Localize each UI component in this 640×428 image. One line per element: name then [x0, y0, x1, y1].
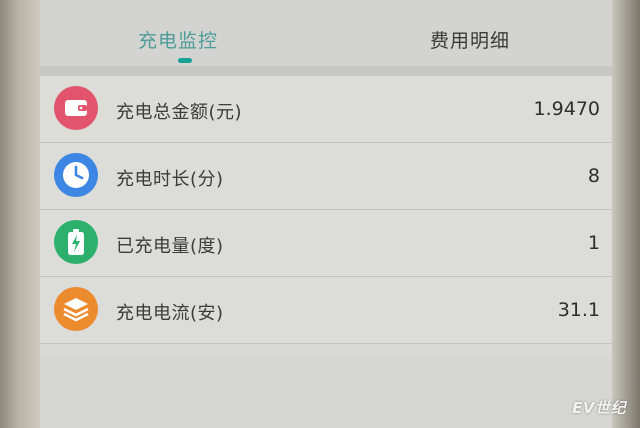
- duration-value: 8: [587, 165, 600, 187]
- list-item-total-amount: 充电总金额(元) 1.9470: [40, 76, 612, 143]
- section-divider: [40, 66, 612, 76]
- list-item-duration: 充电时长(分) 8: [40, 143, 612, 210]
- phone-screen: 充电监控 费用明细 充电总金额(元) 1.9470 充电时长(分) 8 已充电量…: [40, 0, 612, 428]
- layers-icon: [54, 287, 98, 331]
- energy-value: 1: [587, 232, 600, 254]
- list-item-energy: 已充电量(度) 1: [40, 210, 612, 277]
- current-value: 31.1: [557, 299, 600, 321]
- energy-label: 已充电量(度): [116, 236, 224, 257]
- watermark: EV世纪: [572, 399, 626, 417]
- list-item-current: 充电电流(安) 31.1: [40, 277, 612, 344]
- total-amount-value: 1.9470: [533, 98, 600, 120]
- empty-area: [40, 356, 612, 428]
- device-bezel-left: [0, 0, 40, 428]
- active-tab-indicator: [178, 58, 192, 63]
- wallet-icon: [54, 86, 98, 130]
- device-bezel-right: [612, 0, 640, 428]
- current-label: 充电电流(安): [116, 303, 224, 324]
- tab-bar: 充电监控 费用明细: [40, 0, 612, 66]
- clock-icon: [54, 153, 98, 197]
- total-amount-label: 充电总金额(元): [116, 102, 243, 123]
- tab-fee-details[interactable]: 费用明细: [430, 26, 510, 53]
- tab-charging-monitor[interactable]: 充电监控: [138, 26, 218, 53]
- battery-icon: [54, 220, 98, 264]
- duration-label: 充电时长(分): [116, 169, 224, 190]
